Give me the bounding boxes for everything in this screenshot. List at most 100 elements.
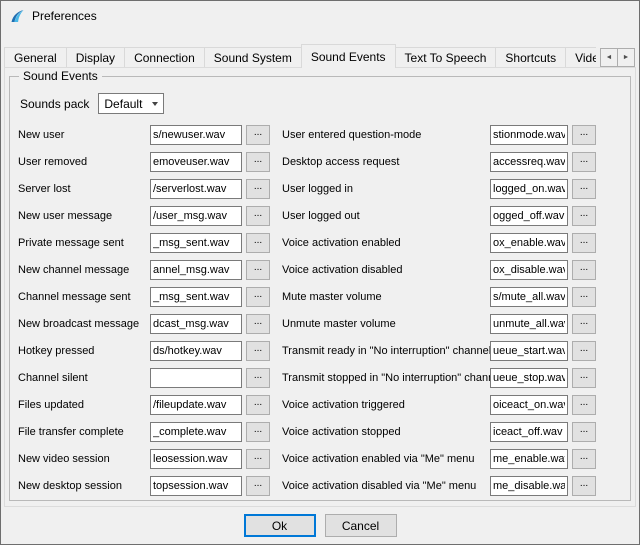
sound-file-input[interactable] — [150, 341, 242, 361]
browse-button[interactable]: ... — [572, 476, 596, 496]
tab-scroll-left-button[interactable]: ◄ — [600, 48, 618, 67]
sound-file-input[interactable] — [490, 152, 568, 172]
preferences-dialog: Preferences GeneralDisplayConnectionSoun… — [0, 0, 640, 545]
sound-event-label: New user — [18, 129, 150, 141]
sound-event-row: Channel message sent... — [18, 287, 270, 307]
sound-event-label: New broadcast message — [18, 318, 150, 330]
sound-event-row: Voice activation disabled via "Me" menu.… — [282, 476, 622, 496]
sound-event-label: New channel message — [18, 264, 150, 276]
sound-file-input[interactable] — [150, 125, 242, 145]
sound-event-label: Unmute master volume — [282, 318, 490, 330]
sound-file-input[interactable] — [150, 395, 242, 415]
browse-button[interactable]: ... — [246, 368, 270, 388]
sound-events-group: Sound Events Sounds pack Default New use… — [9, 76, 631, 501]
sound-event-label: User logged out — [282, 210, 490, 222]
browse-button[interactable]: ... — [246, 206, 270, 226]
sound-event-label: Server lost — [18, 183, 150, 195]
browse-button[interactable]: ... — [572, 152, 596, 172]
sound-file-input[interactable] — [150, 314, 242, 334]
sound-event-row: New user... — [18, 125, 270, 145]
browse-button[interactable]: ... — [246, 341, 270, 361]
sound-event-row: User logged out... — [282, 206, 622, 226]
sound-event-label: Voice activation enabled — [282, 237, 490, 249]
sound-event-label: Transmit stopped in "No interruption" ch… — [282, 372, 490, 384]
tab-video[interactable]: Video — [565, 47, 596, 67]
sound-file-input[interactable] — [150, 260, 242, 280]
browse-button[interactable]: ... — [572, 260, 596, 280]
sound-event-label: New video session — [18, 453, 150, 465]
browse-button[interactable]: ... — [572, 179, 596, 199]
tab-sound-events[interactable]: Sound Events — [301, 44, 396, 68]
tab-scroll-right-button[interactable]: ► — [617, 48, 635, 67]
browse-button[interactable]: ... — [246, 125, 270, 145]
browse-button[interactable]: ... — [572, 368, 596, 388]
sounds-pack-select[interactable]: Default — [98, 93, 164, 114]
sounds-pack-row: Sounds pack Default — [20, 93, 622, 114]
sound-file-input[interactable] — [150, 422, 242, 442]
sound-file-input[interactable] — [150, 179, 242, 199]
browse-button[interactable]: ... — [246, 287, 270, 307]
sound-file-input[interactable] — [150, 233, 242, 253]
sound-event-label: User entered question-mode — [282, 129, 490, 141]
sound-file-input[interactable] — [490, 125, 568, 145]
browse-button[interactable]: ... — [246, 179, 270, 199]
tab-strip: GeneralDisplayConnectionSound SystemSoun… — [4, 43, 596, 68]
tab-connection[interactable]: Connection — [124, 47, 205, 67]
sound-file-input[interactable] — [150, 476, 242, 496]
sound-event-label: Private message sent — [18, 237, 150, 249]
sound-event-row: Server lost... — [18, 179, 270, 199]
sound-file-input[interactable] — [150, 152, 242, 172]
tab-display[interactable]: Display — [66, 47, 125, 67]
sound-file-input[interactable] — [150, 206, 242, 226]
browse-button[interactable]: ... — [246, 152, 270, 172]
sound-file-input[interactable] — [490, 314, 568, 334]
browse-button[interactable]: ... — [572, 422, 596, 442]
sound-file-input[interactable] — [490, 260, 568, 280]
browse-button[interactable]: ... — [572, 314, 596, 334]
sound-event-row: Files updated... — [18, 395, 270, 415]
sound-event-label: Voice activation disabled — [282, 264, 490, 276]
browse-button[interactable]: ... — [246, 476, 270, 496]
sound-file-input[interactable] — [490, 206, 568, 226]
sound-file-input[interactable] — [490, 395, 568, 415]
tab-shortcuts[interactable]: Shortcuts — [495, 47, 566, 67]
browse-button[interactable]: ... — [572, 125, 596, 145]
sound-file-input[interactable] — [490, 422, 568, 442]
sound-event-row: New user message... — [18, 206, 270, 226]
tab-general[interactable]: General — [4, 47, 67, 67]
sound-event-row: Voice activation stopped... — [282, 422, 622, 442]
sound-event-label: Desktop access request — [282, 156, 490, 168]
sound-event-row: User logged in... — [282, 179, 622, 199]
tab-sound-system[interactable]: Sound System — [204, 47, 302, 67]
browse-button[interactable]: ... — [572, 341, 596, 361]
sound-event-label: Channel message sent — [18, 291, 150, 303]
sound-file-input[interactable] — [490, 368, 568, 388]
tab-bar: GeneralDisplayConnectionSound SystemSoun… — [1, 43, 639, 68]
sound-file-input[interactable] — [490, 233, 568, 253]
sound-file-input[interactable] — [490, 179, 568, 199]
browse-button[interactable]: ... — [246, 449, 270, 469]
sound-file-input[interactable] — [490, 476, 568, 496]
sound-file-input[interactable] — [490, 287, 568, 307]
sound-file-input[interactable] — [490, 341, 568, 361]
sound-file-input[interactable] — [490, 449, 568, 469]
ok-button[interactable]: Ok — [244, 514, 316, 537]
tab-text-to-speech[interactable]: Text To Speech — [395, 47, 497, 67]
sound-file-input[interactable] — [150, 287, 242, 307]
sound-file-input[interactable] — [150, 368, 242, 388]
sound-file-input[interactable] — [150, 449, 242, 469]
browse-button[interactable]: ... — [246, 260, 270, 280]
browse-button[interactable]: ... — [572, 395, 596, 415]
sound-event-label: User logged in — [282, 183, 490, 195]
sound-event-row: Channel silent... — [18, 368, 270, 388]
browse-button[interactable]: ... — [246, 422, 270, 442]
browse-button[interactable]: ... — [572, 287, 596, 307]
browse-button[interactable]: ... — [572, 206, 596, 226]
browse-button[interactable]: ... — [246, 314, 270, 334]
browse-button[interactable]: ... — [572, 449, 596, 469]
browse-button[interactable]: ... — [246, 233, 270, 253]
titlebar[interactable]: Preferences — [1, 1, 639, 31]
cancel-button[interactable]: Cancel — [325, 514, 397, 537]
browse-button[interactable]: ... — [572, 233, 596, 253]
browse-button[interactable]: ... — [246, 395, 270, 415]
